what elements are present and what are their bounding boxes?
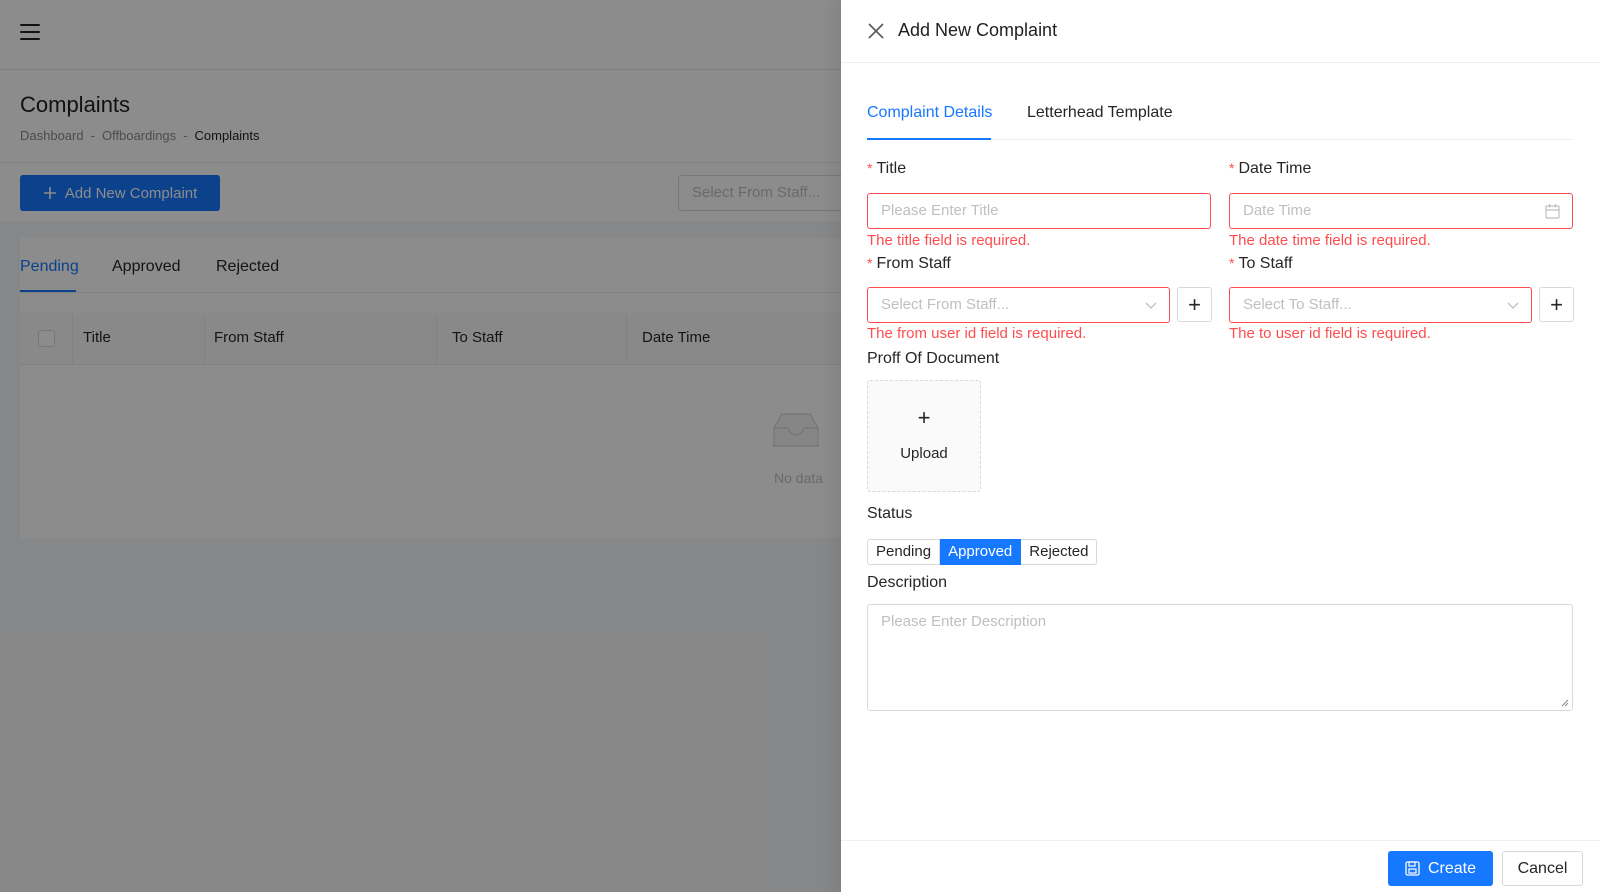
proof-document-label: Proff Of Document (867, 350, 1000, 367)
title-input[interactable]: Please Enter Title (867, 193, 1211, 229)
from-staff-error: The from user id field is required. (867, 325, 1087, 342)
add-to-staff-button[interactable]: + (1539, 287, 1574, 322)
date-time-placeholder: Date Time (1243, 202, 1312, 219)
close-icon[interactable] (867, 22, 885, 40)
drawer-header: Add New Complaint (841, 0, 1600, 63)
status-option-approved[interactable]: Approved (940, 539, 1022, 565)
title-error: The title field is required. (867, 232, 1031, 249)
status-option-pending[interactable]: Pending (867, 539, 941, 565)
required-mark: * (1229, 255, 1235, 271)
description-textarea[interactable]: Please Enter Description (867, 604, 1573, 711)
to-staff-select[interactable]: Select To Staff... (1229, 287, 1532, 323)
required-mark: * (1229, 160, 1235, 176)
chevron-down-icon (1507, 302, 1519, 309)
description-placeholder: Please Enter Description (881, 613, 1047, 630)
save-icon (1405, 861, 1420, 876)
add-from-staff-button[interactable]: + (1177, 287, 1212, 322)
from-staff-select[interactable]: Select From Staff... (867, 287, 1170, 323)
active-tab-indicator (867, 138, 991, 140)
add-complaint-drawer: Add New Complaint Complaint Details Lett… (841, 0, 1600, 892)
to-staff-placeholder: Select To Staff... (1243, 296, 1352, 313)
required-mark: * (867, 160, 873, 176)
drawer-tabs: Complaint Details Letterhead Template (867, 90, 1573, 140)
title-label: * Title (867, 160, 907, 177)
chevron-down-icon (1145, 302, 1157, 309)
cancel-button[interactable]: Cancel (1502, 851, 1583, 886)
upload-label: Upload (900, 445, 948, 462)
calendar-icon (1545, 204, 1560, 219)
create-button[interactable]: Create (1388, 851, 1493, 886)
tab-letterhead-template[interactable]: Letterhead Template (1027, 104, 1173, 122)
to-staff-label: * To Staff (1229, 255, 1293, 272)
upload-dropzone[interactable]: + Upload (867, 380, 981, 492)
date-time-error: The date time field is required. (1229, 232, 1431, 249)
status-label: Status (867, 505, 913, 522)
from-staff-label: * From Staff (867, 255, 951, 272)
resize-handle-icon[interactable] (1561, 699, 1569, 707)
status-option-rejected[interactable]: Rejected (1021, 539, 1098, 565)
required-mark: * (867, 255, 873, 271)
to-staff-error: The to user id field is required. (1229, 325, 1431, 342)
create-label: Create (1427, 859, 1477, 877)
date-time-picker[interactable]: Date Time (1229, 193, 1573, 229)
date-time-label: * Date Time (1229, 160, 1312, 177)
status-segmented-control: Pending Approved Rejected (867, 539, 1098, 565)
drawer-footer: Create Cancel (841, 840, 1600, 892)
plus-icon: + (917, 405, 931, 430)
drawer-title: Add New Complaint (898, 20, 1058, 40)
tab-complaint-details[interactable]: Complaint Details (867, 104, 992, 122)
from-staff-placeholder: Select From Staff... (881, 296, 1010, 313)
description-label: Description (867, 574, 948, 591)
